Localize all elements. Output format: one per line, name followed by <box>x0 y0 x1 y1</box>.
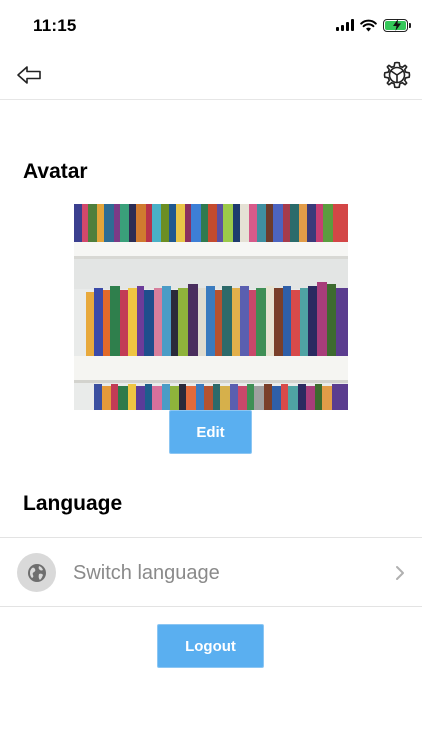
wifi-icon <box>360 19 377 31</box>
status-time: 11:15 <box>33 16 77 35</box>
status-icons <box>336 17 411 33</box>
nav-bar <box>0 52 422 100</box>
charging-bolt-icon <box>393 18 401 31</box>
gear-icon <box>383 61 411 89</box>
chevron-right-icon <box>396 566 404 580</box>
battery-icon <box>383 18 411 32</box>
back-arrow-icon <box>17 66 41 84</box>
cellular-signal-icon <box>336 19 354 31</box>
globe-icon <box>17 553 56 592</box>
logout-button[interactable]: Logout <box>157 624 264 668</box>
switch-language-label: Switch language <box>73 562 220 584</box>
switch-language-row[interactable]: Switch language <box>0 537 422 607</box>
back-button[interactable] <box>12 58 46 92</box>
settings-button[interactable] <box>380 57 414 93</box>
language-section-title: Language <box>23 492 123 515</box>
status-bar: 11:15 <box>0 0 422 50</box>
avatar-section-title: Avatar <box>23 160 88 183</box>
avatar-image <box>74 204 348 410</box>
edit-avatar-button[interactable]: Edit <box>169 410 252 454</box>
bookshelf-photo <box>74 204 348 410</box>
